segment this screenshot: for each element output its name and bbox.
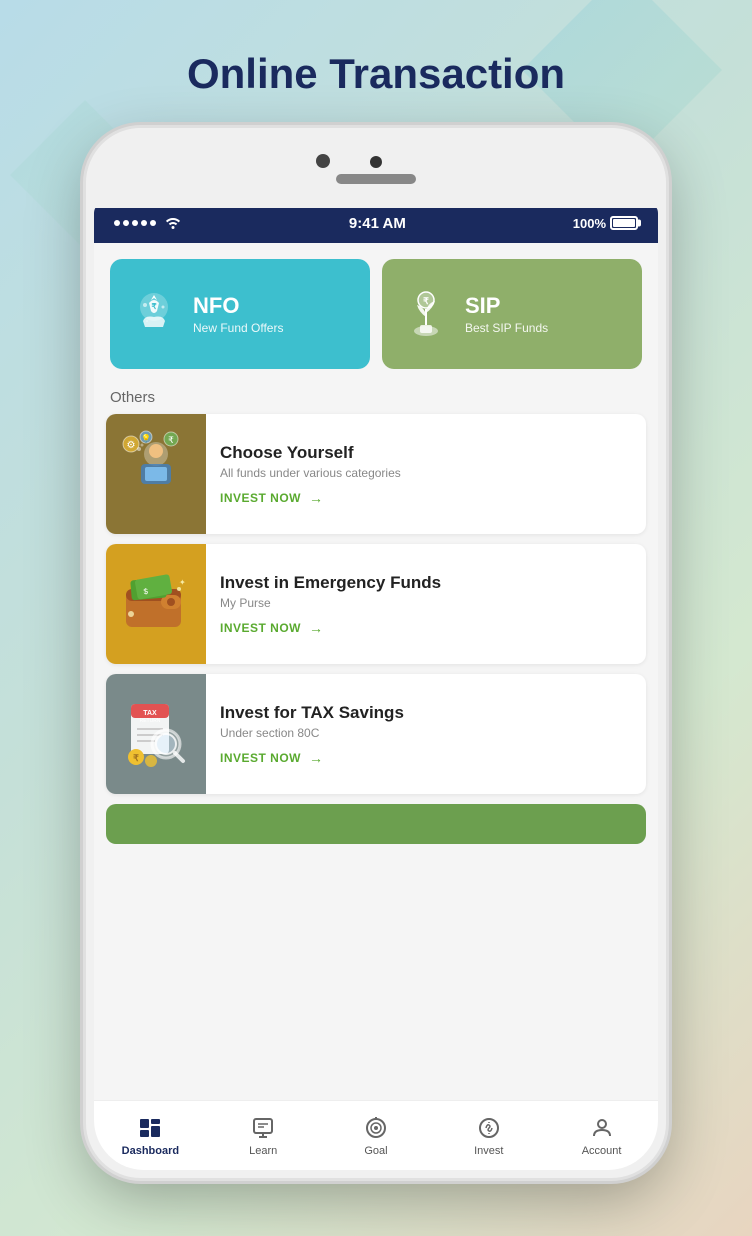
emergency-funds-subtitle: My Purse — [220, 596, 632, 610]
signal-dots — [114, 220, 156, 226]
status-bar: 9:41 AM 100% — [94, 203, 658, 243]
learn-label: Learn — [249, 1145, 277, 1157]
list-item-emergency-funds[interactable]: $ ✦ Invest in Emergency Funds My Purse I… — [106, 544, 646, 664]
choose-yourself-cta[interactable]: INVEST NOW → — [220, 490, 632, 506]
phone-top — [86, 128, 666, 208]
svg-text:RETURN: RETURN — [140, 718, 161, 724]
svg-text:₹: ₹ — [423, 296, 429, 306]
wifi-icon — [164, 215, 182, 232]
svg-text:₹: ₹ — [151, 302, 156, 311]
screen-content[interactable]: ₹ NFO New Fund Offers — [94, 243, 658, 1170]
speaker-grill — [336, 174, 416, 184]
signal-dot-2 — [123, 220, 129, 226]
nfo-subtitle: New Fund Offers — [193, 321, 283, 335]
arrow-right-icon-2: → — [309, 620, 324, 636]
list-item-choose-yourself[interactable]: ⚙ 💡 ₹ Choose Yourself All funds under va… — [106, 414, 646, 534]
arrow-right-icon-3: → — [309, 750, 324, 766]
partial-card — [106, 804, 646, 844]
account-label: Account — [582, 1145, 622, 1157]
phone-frame: 9:41 AM 100% — [86, 128, 666, 1178]
goal-label: Goal — [364, 1145, 387, 1157]
svg-text:⚙: ⚙ — [127, 440, 136, 451]
nav-item-invest[interactable]: Invest — [432, 1115, 545, 1157]
choose-yourself-image: ⚙ 💡 ₹ — [106, 414, 206, 534]
svg-text:✦: ✦ — [179, 578, 186, 587]
dashboard-icon — [137, 1115, 163, 1141]
choose-yourself-content: Choose Yourself All funds under various … — [206, 414, 646, 534]
camera-dot — [370, 156, 382, 168]
status-right: 100% — [573, 216, 638, 231]
front-camera-icon — [316, 154, 330, 168]
status-left — [114, 215, 182, 232]
tax-savings-cta[interactable]: INVEST NOW → — [220, 750, 632, 766]
svg-text:TAX: TAX — [143, 710, 157, 717]
tax-savings-image: TAX RETURN ₹ — [106, 674, 206, 794]
battery-fill — [613, 219, 635, 227]
top-cards-container: ₹ NFO New Fund Offers — [94, 243, 658, 377]
svg-text:₹: ₹ — [133, 753, 139, 763]
status-time: 9:41 AM — [349, 215, 406, 232]
choose-yourself-title: Choose Yourself — [220, 443, 632, 463]
sip-title: SIP — [465, 293, 548, 319]
nfo-title: NFO — [193, 293, 283, 319]
nfo-card-text: NFO New Fund Offers — [193, 293, 283, 335]
svg-text:💡: 💡 — [141, 433, 151, 443]
choose-yourself-subtitle: All funds under various categories — [220, 466, 632, 480]
sip-subtitle: Best SIP Funds — [465, 321, 548, 335]
tax-savings-content: Invest for TAX Savings Under section 80C… — [206, 674, 646, 794]
emergency-funds-content: Invest in Emergency Funds My Purse INVES… — [206, 544, 646, 664]
sip-card[interactable]: ₹ SIP Best SIP Funds — [382, 259, 642, 369]
dashboard-label: Dashboard — [122, 1145, 179, 1157]
nav-item-goal[interactable]: Goal — [320, 1115, 433, 1157]
signal-dot-1 — [114, 220, 120, 226]
list-item-tax-savings[interactable]: TAX RETURN ₹ — [106, 674, 646, 794]
sip-icon: ₹ — [398, 287, 453, 342]
emergency-funds-image: $ ✦ — [106, 544, 206, 664]
page-title: Online Transaction — [187, 50, 565, 98]
emergency-funds-title: Invest in Emergency Funds — [220, 573, 632, 593]
signal-dot-3 — [132, 220, 138, 226]
account-icon — [589, 1115, 615, 1141]
tax-savings-subtitle: Under section 80C — [220, 726, 632, 740]
nav-item-dashboard[interactable]: Dashboard — [94, 1115, 207, 1157]
bottom-nav: Dashboard Learn — [94, 1100, 658, 1170]
emergency-funds-cta[interactable]: INVEST NOW → — [220, 620, 632, 636]
learn-icon — [250, 1115, 276, 1141]
nfo-card[interactable]: ₹ NFO New Fund Offers — [110, 259, 370, 369]
signal-dot-5 — [150, 220, 156, 226]
invest-label: Invest — [474, 1145, 503, 1157]
battery-text: 100% — [573, 216, 606, 231]
signal-dot-4 — [141, 220, 147, 226]
svg-text:₹: ₹ — [168, 435, 174, 445]
nav-item-learn[interactable]: Learn — [207, 1115, 320, 1157]
tax-savings-title: Invest for TAX Savings — [220, 703, 632, 723]
goal-icon — [363, 1115, 389, 1141]
arrow-right-icon-1: → — [309, 490, 324, 506]
phone-screen: 9:41 AM 100% — [94, 203, 658, 1170]
others-label: Others — [94, 377, 658, 414]
nfo-icon: ₹ — [126, 287, 181, 342]
battery-icon — [610, 216, 638, 230]
nav-item-account[interactable]: Account — [545, 1115, 658, 1157]
invest-icon — [476, 1115, 502, 1141]
sip-card-text: SIP Best SIP Funds — [465, 293, 548, 335]
